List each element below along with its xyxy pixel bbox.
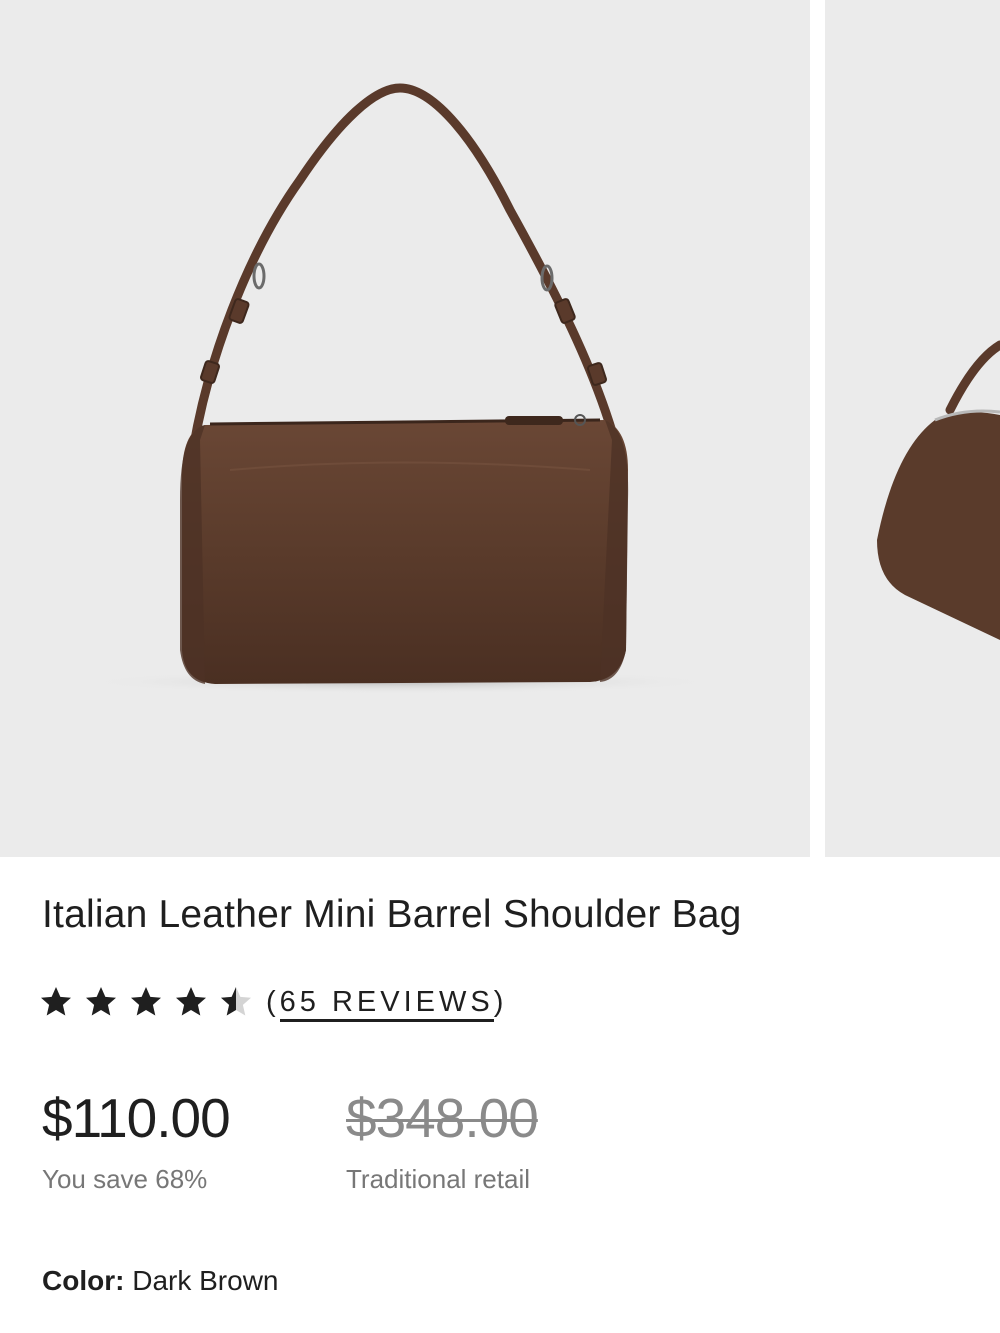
star-full-icon — [131, 987, 161, 1016]
current-price: $110.00 — [42, 1087, 231, 1149]
star-full-icon — [41, 987, 71, 1016]
product-image-secondary[interactable] — [825, 0, 1000, 857]
star-full-icon — [176, 987, 206, 1016]
savings-text: You save 68% — [42, 1164, 208, 1194]
retail-label: Traditional retail — [346, 1164, 531, 1194]
star-rating — [38, 982, 263, 1022]
bag-illustration — [80, 83, 720, 694]
star-half-icon — [221, 987, 251, 1016]
retail-price-block: $348.00 Traditional retail — [346, 1085, 539, 1197]
color-selector-label: Color: Dark Brown — [42, 1265, 278, 1297]
reviews-link[interactable]: (65 REVIEWS) — [266, 982, 507, 1022]
product-title: Italian Leather Mini Barrel Shoulder Bag — [42, 893, 742, 936]
product-image-main[interactable] — [0, 0, 810, 857]
color-label: Color: — [42, 1265, 125, 1296]
bag-angled-illustration — [877, 340, 1000, 640]
star-full-icon — [86, 987, 116, 1016]
current-price-block: $110.00 You save 68% — [42, 1085, 231, 1197]
retail-price: $348.00 — [346, 1087, 539, 1149]
rating-row: (65 REVIEWS) — [38, 982, 507, 1028]
reviews-count[interactable]: (65 REVIEWS) — [266, 982, 507, 1022]
color-value: Dark Brown — [132, 1265, 279, 1296]
product-image-gallery[interactable] — [0, 0, 1000, 857]
